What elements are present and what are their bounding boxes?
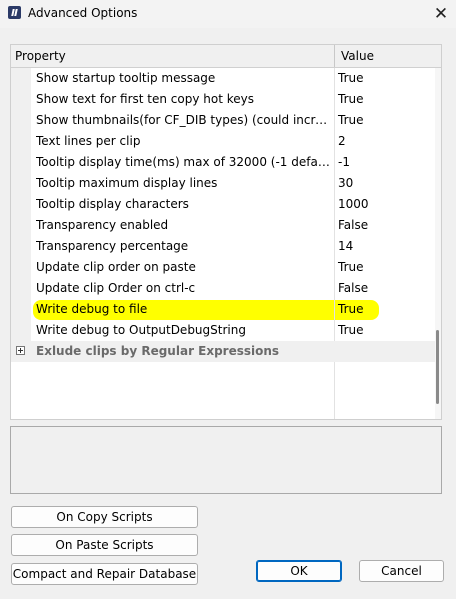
category-row[interactable]: Exlude clips by Regular Expressions <box>11 341 435 362</box>
column-divider[interactable] <box>334 45 335 67</box>
column-separator <box>334 236 335 257</box>
property-row[interactable]: Transparency enabled False <box>11 215 435 236</box>
description-pane <box>10 426 442 494</box>
vertical-scrollbar[interactable] <box>435 68 441 419</box>
row-margin <box>11 320 31 341</box>
column-separator <box>334 320 335 341</box>
property-row[interactable]: Write debug to file True <box>11 299 435 320</box>
row-margin <box>11 257 31 278</box>
expand-plus-icon[interactable] <box>16 346 25 355</box>
row-margin <box>11 110 31 131</box>
property-name: Tooltip display time(ms) max of 32000 (-… <box>36 155 331 169</box>
row-margin <box>11 89 31 110</box>
row-margin <box>11 278 31 299</box>
property-value[interactable]: True <box>338 302 364 316</box>
property-row[interactable]: Update clip order on paste True <box>11 257 435 278</box>
scrollbar-thumb[interactable] <box>436 330 439 404</box>
window-title: Advanced Options <box>28 6 138 20</box>
property-name: Text lines per clip <box>36 134 141 148</box>
column-separator <box>334 299 335 320</box>
property-row[interactable]: Tooltip maximum display lines 30 <box>11 173 435 194</box>
property-value[interactable]: True <box>338 92 364 106</box>
property-row[interactable]: Show startup tooltip message True <box>11 68 435 89</box>
property-name: Tooltip display characters <box>36 197 189 211</box>
app-logo-icon <box>8 6 21 19</box>
column-separator <box>334 68 335 89</box>
column-separator <box>334 89 335 110</box>
property-value[interactable]: False <box>338 218 368 232</box>
property-grid: Property Value Show startup tooltip mess… <box>10 44 442 420</box>
column-separator <box>334 152 335 173</box>
compact-repair-database-button[interactable]: Compact and Repair Database <box>11 563 198 585</box>
close-icon[interactable]: ✕ <box>426 0 456 28</box>
property-value[interactable]: False <box>338 281 368 295</box>
grid-header: Property Value <box>11 45 441 68</box>
property-column-header[interactable]: Property <box>15 49 66 63</box>
row-margin <box>11 236 31 257</box>
title-bar: Advanced Options ✕ <box>0 0 456 28</box>
value-column-header[interactable]: Value <box>341 49 374 63</box>
row-margin <box>11 299 31 320</box>
column-separator <box>334 215 335 236</box>
property-row[interactable]: Text lines per clip 2 <box>11 131 435 152</box>
row-margin <box>11 215 31 236</box>
property-name: Transparency enabled <box>36 218 169 232</box>
property-value[interactable]: 2 <box>338 134 346 148</box>
row-margin <box>11 152 31 173</box>
property-value[interactable]: 14 <box>338 239 353 253</box>
property-value[interactable]: 30 <box>338 176 353 190</box>
property-value[interactable]: True <box>338 113 364 127</box>
row-margin <box>11 68 31 89</box>
on-paste-scripts-button[interactable]: On Paste Scripts <box>11 534 198 556</box>
cancel-button[interactable]: Cancel <box>359 560 444 582</box>
property-row[interactable]: Tooltip display time(ms) max of 32000 (-… <box>11 152 435 173</box>
property-name: Write debug to OutputDebugString <box>36 323 246 337</box>
on-copy-scripts-button[interactable]: On Copy Scripts <box>11 506 198 528</box>
column-separator <box>334 257 335 278</box>
column-separator <box>334 278 335 299</box>
property-value[interactable]: True <box>338 323 364 337</box>
grid-empty-area <box>11 362 435 419</box>
property-value[interactable]: True <box>338 71 364 85</box>
property-value[interactable]: -1 <box>338 155 350 169</box>
property-name: Update clip order on paste <box>36 260 196 274</box>
property-value[interactable]: True <box>338 260 364 274</box>
property-name: Tooltip maximum display lines <box>36 176 218 190</box>
property-row[interactable]: Show thumbnails(for CF_DIB types) (could… <box>11 110 435 131</box>
property-value[interactable]: 1000 <box>338 197 369 211</box>
property-name: Show thumbnails(for CF_DIB types) (could… <box>36 113 331 127</box>
property-row[interactable]: Show text for first ten copy hot keys Tru… <box>11 89 435 110</box>
column-separator <box>334 131 335 152</box>
property-name: Update clip Order on ctrl-c <box>36 281 196 295</box>
row-margin <box>11 194 31 215</box>
column-separator <box>334 194 335 215</box>
property-name: Transparency percentage <box>36 239 189 253</box>
property-rows: Show startup tooltip message True Show tex… <box>11 68 435 419</box>
property-row[interactable]: Transparency percentage 14 <box>11 236 435 257</box>
column-separator <box>334 110 335 131</box>
row-margin <box>11 131 31 152</box>
column-separator <box>334 362 335 419</box>
property-name: Show text for first ten copy hot keys <box>36 92 254 106</box>
property-name: Write debug to file <box>36 302 148 316</box>
property-name: Show startup tooltip message <box>36 71 216 85</box>
category-label: Exlude clips by Regular Expressions <box>36 344 280 358</box>
property-row[interactable]: Tooltip display characters 1000 <box>11 194 435 215</box>
row-margin <box>11 173 31 194</box>
column-separator <box>334 173 335 194</box>
ok-button[interactable]: OK <box>256 560 342 582</box>
property-row[interactable]: Update clip Order on ctrl-c False <box>11 278 435 299</box>
property-row[interactable]: Write debug to OutputDebugString True <box>11 320 435 341</box>
